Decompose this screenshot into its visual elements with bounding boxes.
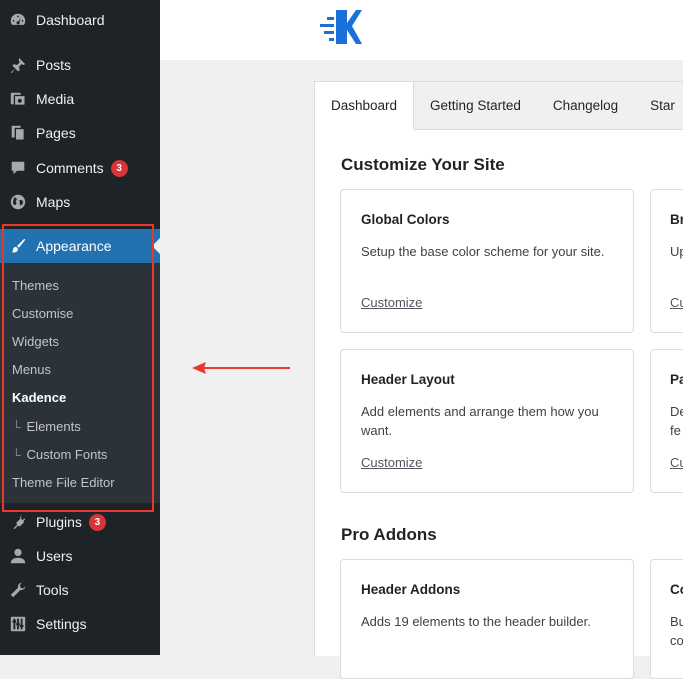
customize-link[interactable]: Customize [361, 455, 422, 470]
customize-link[interactable]: Cu [670, 295, 683, 310]
card-description: Add elements and arrange them how you wa… [361, 404, 599, 438]
card-title: Br [670, 212, 683, 227]
pin-icon [0, 56, 36, 74]
customize-link[interactable]: Customize [361, 295, 422, 310]
customize-link[interactable]: Cu [670, 455, 683, 470]
settings-icon [0, 615, 36, 633]
comments-count-badge: 3 [110, 159, 128, 177]
section-title-customize: Customize Your Site [341, 155, 505, 174]
nav-label-settings: Settings [36, 616, 87, 632]
user-icon [0, 547, 36, 565]
comments-icon [0, 159, 36, 177]
tab-dashboard[interactable]: Dashboard [315, 82, 415, 130]
nav-label-dashboard: Dashboard [36, 12, 105, 28]
card-title: Global Colors [361, 212, 450, 227]
kadence-logo-icon [320, 10, 362, 44]
nav-item-pages[interactable]: Pages [0, 116, 160, 150]
plugins-count-badge: 3 [88, 513, 106, 531]
globe-icon [0, 193, 36, 211]
card-description: Bu co [670, 614, 683, 648]
nav-label-posts: Posts [36, 57, 72, 73]
nav-label-users: Users [36, 548, 73, 564]
kadence-header [160, 0, 683, 60]
card-title: Co [670, 582, 683, 597]
nav-item-users[interactable]: Users [0, 539, 160, 573]
media-icon [0, 90, 36, 108]
nav-item-comments[interactable]: Comments 3 [0, 151, 160, 185]
annotation-arrow-icon [192, 362, 290, 374]
pages-icon [0, 124, 36, 142]
nav-label-media: Media [36, 91, 75, 107]
tab-bar: Dashboard Getting Started Changelog Star [315, 82, 683, 130]
nav-item-plugins[interactable]: Plugins 3 [0, 505, 160, 539]
nav-item-settings[interactable]: Settings [0, 607, 160, 641]
kadence-dashboard-panel: Dashboard Getting Started Changelog Star… [314, 81, 683, 679]
card-title: Pa [670, 372, 683, 387]
card-description: Up [670, 244, 683, 259]
card-title: Header Addons [361, 582, 461, 597]
card-partial-br: Br Up Cu [650, 189, 683, 333]
nav-item-maps[interactable]: Maps [0, 185, 160, 219]
nav-label-maps: Maps [36, 194, 71, 210]
nav-label-plugins: Plugins [36, 514, 82, 530]
wrench-icon [0, 581, 36, 599]
tab-star[interactable]: Star [634, 82, 683, 129]
section-title-pro-addons: Pro Addons [341, 525, 437, 544]
nav-item-posts[interactable]: Posts [0, 48, 160, 82]
nav-item-dashboard[interactable]: Dashboard [0, 3, 160, 37]
dashboard-icon [0, 11, 36, 29]
nav-label-pages: Pages [36, 125, 76, 141]
card-description: Adds 19 elements to the header builder. [361, 614, 591, 629]
tab-changelog[interactable]: Changelog [537, 82, 634, 129]
card-description: Setup the base color scheme for your sit… [361, 244, 605, 259]
card-partial-pa: Pa De fe Cu [650, 349, 683, 493]
tab-getting-started[interactable]: Getting Started [414, 82, 537, 129]
card-header-layout: Header Layout Add elements and arrange t… [340, 349, 634, 493]
nav-item-tools[interactable]: Tools [0, 573, 160, 607]
admin-sidebar: Dashboard Posts Media Pages Comments 3 M… [0, 0, 160, 655]
card-description: De fe [670, 404, 683, 438]
nav-label-tools: Tools [36, 582, 69, 598]
plugin-icon [0, 513, 36, 531]
card-partial-co: Co Bu co [650, 559, 683, 679]
nav-label-comments: Comments [36, 160, 104, 176]
card-global-colors: Global Colors Setup the base color schem… [340, 189, 634, 333]
card-title: Header Layout [361, 372, 455, 387]
nav-item-media[interactable]: Media [0, 82, 160, 116]
card-header-addons: Header Addons Adds 19 elements to the he… [340, 559, 634, 679]
annotation-highlight-box [2, 224, 154, 512]
